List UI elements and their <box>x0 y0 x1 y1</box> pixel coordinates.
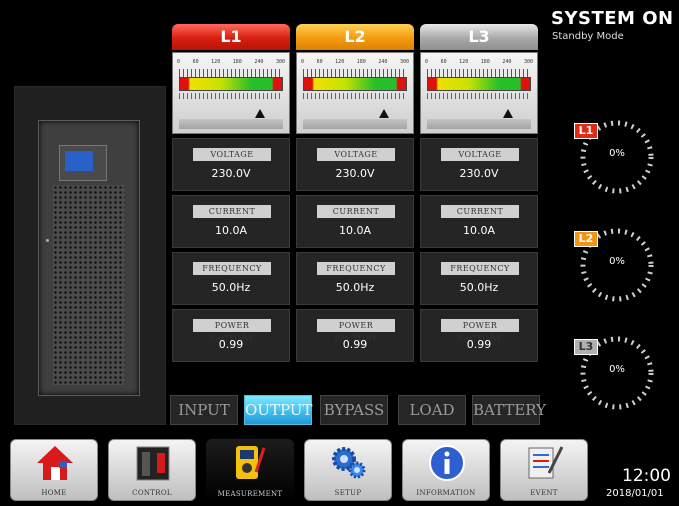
gauge-pointer <box>503 109 513 118</box>
current-label: CURRENT <box>441 205 519 218</box>
tab-l3[interactable]: L3 <box>420 24 538 50</box>
gauge-l2: 0 60 120 180 240 300 <box>296 52 414 134</box>
frequency-label: FREQUENCY <box>441 262 519 275</box>
frequency-label: FREQUENCY <box>317 262 395 275</box>
gauge-ticks: 0 60 120 180 240 300 <box>177 59 285 65</box>
home-icon <box>37 446 73 480</box>
current-cell-l3: CURRENT 10.0A <box>420 195 538 248</box>
clock-time: 12:00 <box>622 466 671 486</box>
gears-icon <box>332 447 366 479</box>
ring-tag-l1: L1 <box>574 123 598 139</box>
gauge-pointer <box>379 109 389 118</box>
nav-home[interactable]: HOME <box>10 439 98 501</box>
current-label: CURRENT <box>317 205 395 218</box>
gauge-ticks: 0 60 120 180 240 300 <box>301 59 409 65</box>
system-mode: Standby Mode <box>552 31 624 42</box>
current-value: 10.0A <box>462 224 496 237</box>
gauge-bar <box>427 77 531 91</box>
power-factor-cell-l1: POWER FACTORY 0.99 <box>172 309 290 362</box>
power-factor-value: 0.99 <box>218 338 244 351</box>
nav-information[interactable]: INFORMATION <box>402 439 490 501</box>
frequency-cell-l3: FREQUENCY 50.0Hz <box>420 252 538 305</box>
frequency-value: 50.0Hz <box>211 281 251 294</box>
multimeter-icon <box>236 446 266 479</box>
voltage-cell-l3: VOLTAGE 230.0V <box>420 138 538 191</box>
tab-l1[interactable]: L1 <box>172 24 290 50</box>
cabinet-display <box>59 145 107 181</box>
voltage-cell-l2: VOLTAGE 230.0V <box>296 138 414 191</box>
control-icon <box>136 446 170 481</box>
load-value: 0% <box>609 148 625 159</box>
current-value: 10.0A <box>214 224 248 237</box>
voltage-cell-l1: VOLTAGE 230.0V <box>172 138 290 191</box>
event-log-icon <box>528 446 564 479</box>
voltage-value: 230.0V <box>459 167 499 180</box>
nav-event[interactable]: EVENT <box>500 439 588 501</box>
current-cell-l1: CURRENT 10.0A <box>172 195 290 248</box>
tab-l2[interactable]: L2 <box>296 24 414 50</box>
ring-tag-l3: L3 <box>574 339 598 355</box>
load-value: 0% <box>609 256 625 267</box>
info-icon <box>429 445 465 481</box>
nav-setup[interactable]: SETUP <box>304 439 392 501</box>
frequency-cell-l2: FREQUENCY 50.0Hz <box>296 252 414 305</box>
input-button[interactable]: INPUT <box>170 395 238 425</box>
power-factor-label: POWER FACTORY <box>317 319 395 343</box>
ring-tag-l2: L2 <box>574 231 598 247</box>
current-cell-l2: CURRENT 10.0A <box>296 195 414 248</box>
current-label: CURRENT <box>193 205 271 218</box>
voltage-label: VOLTAGE <box>193 148 271 161</box>
gauge-bar <box>179 77 283 91</box>
gauge-l1: 0 60 120 180 240 300 <box>172 52 290 134</box>
frequency-cell-l1: FREQUENCY 50.0Hz <box>172 252 290 305</box>
current-value: 10.0A <box>338 224 372 237</box>
gauge-pointer <box>255 109 265 118</box>
power-factor-cell-l2: POWER FACTORY 0.99 <box>296 309 414 362</box>
clock-date: 2018/01/01 <box>606 488 664 499</box>
power-factor-value: 0.99 <box>342 338 368 351</box>
system-status-title: SYSTEM ON <box>551 8 674 29</box>
frequency-value: 50.0Hz <box>459 281 499 294</box>
power-factor-label: POWER FACTORY <box>441 319 519 343</box>
battery-button[interactable]: BATTERY <box>472 395 546 425</box>
voltage-label: VOLTAGE <box>317 148 395 161</box>
bypass-button[interactable]: BYPASS <box>320 395 388 425</box>
nav-control[interactable]: CONTROL <box>108 439 196 501</box>
frequency-value: 50.0Hz <box>335 281 375 294</box>
load-value: 0% <box>609 364 625 375</box>
voltage-value: 230.0V <box>335 167 375 180</box>
gauge-l3: 0 60 120 180 240 300 <box>420 52 538 134</box>
ups-cabinet-image <box>38 120 140 396</box>
gauge-bar <box>303 77 407 91</box>
gauge-ticks: 0 60 120 180 240 300 <box>425 59 533 65</box>
cabinet-grill <box>53 185 125 385</box>
power-factor-label: POWER FACTORY <box>193 319 271 343</box>
power-factor-value: 0.99 <box>466 338 492 351</box>
voltage-value: 230.0V <box>211 167 251 180</box>
frequency-label: FREQUENCY <box>193 262 271 275</box>
nav-measurement[interactable]: MEASUREMENT <box>206 439 294 501</box>
load-button[interactable]: LOAD <box>398 395 466 425</box>
output-button[interactable]: OUTPUT <box>244 395 312 425</box>
power-factor-cell-l3: POWER FACTORY 0.99 <box>420 309 538 362</box>
voltage-label: VOLTAGE <box>441 148 519 161</box>
